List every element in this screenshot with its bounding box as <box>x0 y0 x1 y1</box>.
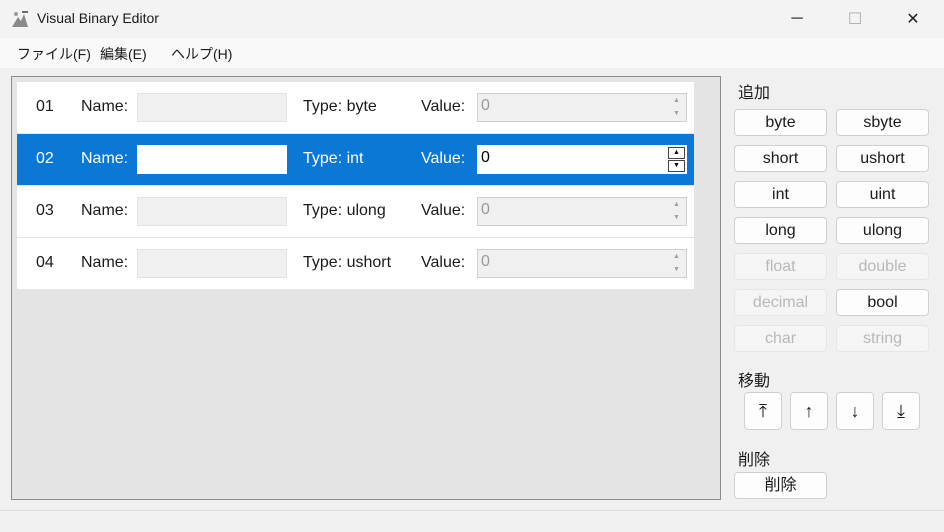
field-row[interactable]: 03 Name: Type: ulong Value: 0 ▲ ▼ <box>17 186 694 237</box>
delete-button[interactable]: 削除 <box>734 472 827 499</box>
value-label: Value: <box>421 150 466 167</box>
spin-up-icon[interactable]: ▲ <box>668 147 685 159</box>
row-index: 01 <box>36 98 54 115</box>
name-label: Name: <box>81 98 129 115</box>
value-spinner[interactable]: ▲ ▼ <box>668 251 685 276</box>
value-text: 0 <box>481 149 490 166</box>
arrow-down-icon: ↓ <box>850 401 860 421</box>
name-label: Name: <box>81 254 129 271</box>
field-row[interactable]: 01 Name: Type: byte Value: 0 ▲ ▼ <box>17 82 694 133</box>
type-label: Type: int <box>303 150 364 167</box>
status-bar <box>0 510 944 532</box>
arrow-bottom-icon: ⤓ <box>897 401 905 421</box>
add-ushort-button[interactable]: ushort <box>836 145 929 172</box>
add-ulong-button[interactable]: ulong <box>836 217 929 244</box>
value-spinner[interactable]: ▲ ▼ <box>668 147 685 172</box>
spin-down-icon[interactable]: ▼ <box>668 212 685 224</box>
field-list[interactable]: 01 Name: Type: byte Value: 0 ▲ ▼ 02 Name… <box>11 76 721 500</box>
add-float-button[interactable]: float <box>734 253 827 280</box>
row-index: 03 <box>36 202 54 219</box>
add-double-button[interactable]: double <box>836 253 929 280</box>
value-text: 0 <box>481 253 490 270</box>
menu-edit[interactable]: 編集(E) <box>100 44 147 64</box>
add-string-button[interactable]: string <box>836 325 929 352</box>
row-index: 02 <box>36 150 54 167</box>
name-input[interactable] <box>137 197 287 226</box>
spin-up-icon[interactable]: ▲ <box>668 95 685 107</box>
field-row-selected[interactable]: 02 Name: Type: int Value: 0 ▲ ▼ <box>17 134 694 185</box>
add-decimal-button[interactable]: decimal <box>734 289 827 316</box>
minimize-button[interactable]: ─ <box>768 0 826 38</box>
add-byte-button[interactable]: byte <box>734 109 827 136</box>
value-label: Value: <box>421 254 466 271</box>
add-char-button[interactable]: char <box>734 325 827 352</box>
arrow-up-icon: ↑ <box>804 401 814 421</box>
value-input[interactable]: 0 ▲ ▼ <box>477 249 687 278</box>
add-long-button[interactable]: long <box>734 217 827 244</box>
name-input[interactable] <box>137 145 287 174</box>
value-text: 0 <box>481 201 490 218</box>
move-bottom-button[interactable]: ⤓ <box>882 392 920 430</box>
add-bool-button[interactable]: bool <box>836 289 929 316</box>
add-uint-button[interactable]: uint <box>836 181 929 208</box>
menu-help[interactable]: ヘルプ(H) <box>171 44 232 64</box>
value-text: 0 <box>481 97 490 114</box>
arrow-top-icon: ⤒ <box>759 401 767 421</box>
add-section-label: 追加 <box>738 85 771 102</box>
spin-up-icon[interactable]: ▲ <box>668 251 685 263</box>
move-top-button[interactable]: ⤒ <box>744 392 782 430</box>
add-sbyte-button[interactable]: sbyte <box>836 109 929 136</box>
window-title: Visual Binary Editor <box>37 10 159 26</box>
value-spinner[interactable]: ▲ ▼ <box>668 199 685 224</box>
value-input[interactable]: 0 ▲ ▼ <box>477 93 687 122</box>
maximize-button[interactable]: ☐ <box>826 0 884 38</box>
name-label: Name: <box>81 202 129 219</box>
move-section-label: 移動 <box>738 373 771 390</box>
value-spinner[interactable]: ▲ ▼ <box>668 95 685 120</box>
move-up-button[interactable]: ↑ <box>790 392 828 430</box>
value-label: Value: <box>421 98 466 115</box>
spin-down-icon[interactable]: ▼ <box>668 108 685 120</box>
spin-down-icon[interactable]: ▼ <box>668 160 685 172</box>
value-input[interactable]: 0 ▲ ▼ <box>477 145 687 174</box>
row-index: 04 <box>36 254 54 271</box>
name-input[interactable] <box>137 249 287 278</box>
value-input[interactable]: 0 ▲ ▼ <box>477 197 687 226</box>
title-bar: Visual Binary Editor ─ ☐ ✕ <box>0 0 944 38</box>
value-label: Value: <box>421 202 466 219</box>
type-label: Type: byte <box>303 98 377 115</box>
name-input[interactable] <box>137 93 287 122</box>
type-label: Type: ushort <box>303 254 392 271</box>
spin-down-icon[interactable]: ▼ <box>668 264 685 276</box>
type-label: Type: ulong <box>303 202 386 219</box>
menu-file[interactable]: ファイル(F) <box>17 44 91 64</box>
move-down-button[interactable]: ↓ <box>836 392 874 430</box>
add-short-button[interactable]: short <box>734 145 827 172</box>
app-icon <box>12 11 28 27</box>
delete-section-label: 削除 <box>738 452 771 469</box>
menu-bar: ファイル(F) 編集(E) ヘルプ(H) <box>0 38 944 68</box>
name-label: Name: <box>81 150 129 167</box>
add-int-button[interactable]: int <box>734 181 827 208</box>
field-row[interactable]: 04 Name: Type: ushort Value: 0 ▲ ▼ <box>17 238 694 289</box>
close-button[interactable]: ✕ <box>884 0 942 38</box>
spin-up-icon[interactable]: ▲ <box>668 199 685 211</box>
